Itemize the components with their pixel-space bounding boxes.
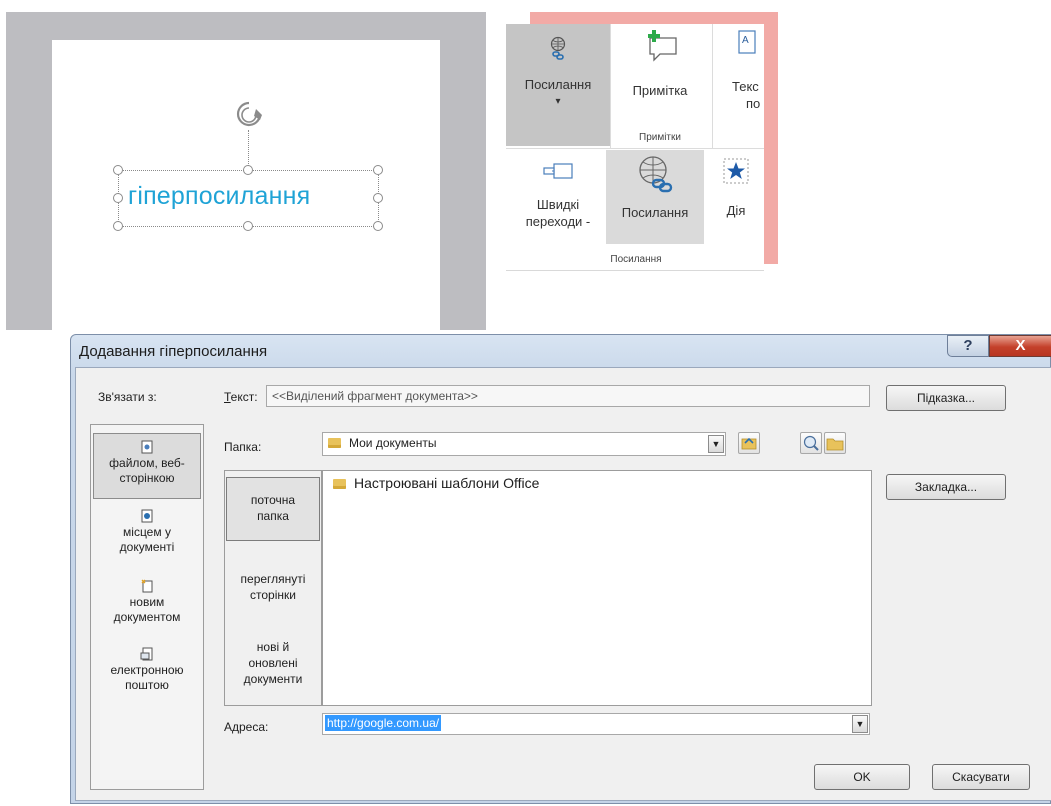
insert-link-button[interactable]: Посилання ▾	[506, 24, 610, 146]
screentip-button[interactable]: Підказка...	[886, 385, 1006, 411]
dialog-body: Зв'язати з: Текст: <<Виділений фрагмент …	[75, 367, 1051, 801]
action-label: Дія	[726, 203, 746, 218]
rotate-connector	[248, 130, 249, 170]
text-to-display-label: Текст:	[224, 390, 258, 404]
resize-handle-top-left[interactable]	[113, 165, 123, 175]
dialog-title: Додавання гіперпосилання	[79, 343, 268, 360]
selected-hyperlink-text[interactable]: гіперпосилання	[128, 182, 310, 211]
quick-links-button[interactable]: Швидкі переходи -	[512, 156, 604, 244]
tab-label-line2: сторінки	[250, 588, 296, 602]
action-button[interactable]: Дія	[712, 156, 760, 244]
text-box-button[interactable]: A Текс по	[718, 24, 764, 124]
folder-value: Мои документы	[349, 436, 437, 450]
list-item[interactable]: Настроювані шаблони Office	[333, 475, 539, 491]
link-button[interactable]: Посилання	[606, 150, 704, 244]
link-item-line1: місцем у	[123, 525, 171, 539]
text-box-label-2: по	[746, 96, 761, 111]
browse-tabs: поточна папка переглянуті сторінки нові …	[224, 470, 322, 706]
link-item-line1: файлом, веб-	[109, 456, 185, 470]
browse-web-icon[interactable]	[800, 432, 822, 454]
link-item-line2: поштою	[125, 678, 169, 692]
ribbon-panel: Посилання ▾ Примітка A Текс по Примітки …	[506, 24, 764, 271]
svg-text:A: A	[742, 35, 749, 46]
new-comment-button[interactable]: Примітка	[610, 24, 710, 124]
globe-link-icon	[550, 36, 566, 60]
link-new-document[interactable]: новим документом	[91, 579, 203, 625]
resize-handle-left[interactable]	[113, 193, 123, 203]
link-item-line1: новим	[129, 595, 165, 609]
email-icon	[140, 647, 153, 661]
quick-links-label-1: Швидкі	[536, 197, 580, 212]
tab-label-line1: нові й	[256, 640, 290, 654]
bookmark-button[interactable]: Закладка...	[886, 474, 1006, 500]
text-to-display-field[interactable]: <<Виділений фрагмент документа>>	[266, 385, 870, 407]
link-existing-file-web[interactable]: файлом, веб- сторінкою	[93, 433, 201, 499]
link-place-in-document[interactable]: місцем у документі	[91, 509, 203, 555]
place-in-document-icon	[141, 509, 153, 523]
folder-icon	[328, 438, 341, 448]
tab-label-line1: переглянуті	[240, 572, 306, 586]
file-web-icon	[141, 440, 153, 454]
address-dropdown-arrow[interactable]: ▼	[852, 715, 868, 733]
tab-browsed-pages[interactable]: переглянуті сторінки	[225, 571, 321, 603]
resize-handle-bottom-left[interactable]	[113, 221, 123, 231]
browse-file-icon[interactable]	[824, 432, 846, 454]
globe-link-icon	[639, 156, 673, 193]
resize-handle-right[interactable]	[373, 193, 383, 203]
file-list[interactable]: Настроювані шаблони Office	[322, 470, 872, 706]
address-label: Адреса:	[224, 720, 269, 734]
new-document-icon	[141, 579, 153, 593]
resize-handle-top[interactable]	[243, 165, 253, 175]
address-value: http://google.com.ua/	[325, 715, 442, 731]
tab-recent-files[interactable]: нові й оновлені документи	[225, 639, 321, 687]
close-icon: X	[1015, 337, 1026, 354]
tab-label-line3: документи	[243, 672, 303, 686]
text-box-icon: A	[738, 30, 756, 54]
ribbon-separator	[712, 24, 713, 148]
resize-handle-top-right[interactable]	[373, 165, 383, 175]
resize-handle-bottom[interactable]	[243, 221, 253, 231]
tab-label-line2: папка	[257, 509, 289, 523]
insert-link-label: Посилання	[524, 77, 592, 92]
rotate-handle-icon[interactable]	[232, 98, 266, 132]
text-box-label-1: Текс	[732, 79, 759, 94]
ribbon-separator	[610, 24, 611, 148]
folder-icon	[333, 479, 346, 489]
zoom-slide-icon	[543, 163, 573, 179]
link-label: Посилання	[621, 205, 689, 220]
link-item-line2: документом	[113, 610, 181, 624]
link-item-line2: документі	[119, 540, 175, 554]
tab-label-line2: оновлені	[248, 656, 298, 670]
help-icon: ?	[963, 337, 973, 354]
tab-label-line1: поточна	[250, 493, 296, 507]
close-button[interactable]: X	[989, 335, 1051, 357]
group-label-links: Посилання	[610, 254, 662, 265]
group-label-comments: Примітки	[639, 132, 681, 143]
link-email[interactable]: електронною поштою	[91, 647, 203, 693]
address-combobox[interactable]: http://google.com.ua/	[322, 713, 870, 735]
link-item-line2: сторінкою	[119, 471, 175, 485]
ok-button[interactable]: OK	[814, 764, 910, 790]
folder-combobox[interactable]: Мои документы	[322, 432, 726, 456]
folder-dropdown-arrow[interactable]: ▼	[708, 435, 724, 453]
resize-handle-bottom-right[interactable]	[373, 221, 383, 231]
file-name: Настроювані шаблони Office	[354, 475, 540, 491]
comment-add-icon	[648, 30, 677, 62]
cancel-button[interactable]: Скасувати	[932, 764, 1030, 790]
ribbon-row-separator	[506, 148, 764, 149]
comment-label: Примітка	[632, 83, 688, 98]
link-to-label: Зв'язати з:	[98, 390, 157, 404]
chevron-down-icon: ▾	[555, 96, 561, 107]
quick-links-label-2: переходи -	[525, 214, 591, 229]
up-folder-icon[interactable]	[738, 432, 760, 454]
link-to-pane: файлом, веб- сторінкою місцем у документ…	[90, 424, 204, 790]
tab-current-folder[interactable]: поточна папка	[226, 477, 320, 541]
link-item-line1: електронною	[110, 663, 184, 677]
help-button[interactable]: ?	[947, 335, 989, 357]
insert-hyperlink-dialog: Додавання гіперпосилання ? X Зв'язати з:…	[70, 334, 1051, 804]
folder-label: Папка:	[224, 440, 262, 454]
star-action-icon	[723, 158, 749, 184]
